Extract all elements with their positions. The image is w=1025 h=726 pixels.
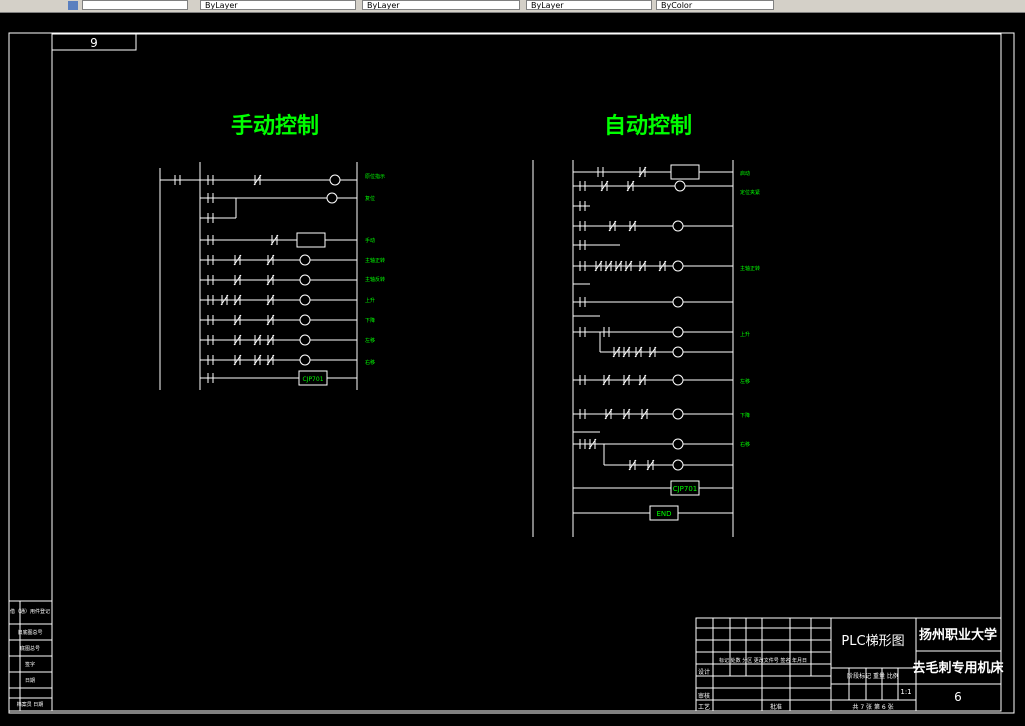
design-label: 设计 <box>698 668 710 676</box>
process-label: 工艺 <box>698 703 710 711</box>
auto-output-label: 定位夹紧 <box>740 189 760 196</box>
auto-end-block-label: CJP701 <box>673 485 698 493</box>
stamp-row-1: 借（通）用件登记 <box>10 608 50 615</box>
page-count: 共 7 张 第 6 张 <box>852 703 893 711</box>
auto-end-block-label: END <box>656 510 671 518</box>
stamp-row-2: 旧底图总号 <box>17 629 42 636</box>
auto-ladder <box>532 160 734 537</box>
plotstyle-combo[interactable]: ByColor <box>656 0 774 10</box>
stamp-row-4: 签字 <box>25 661 35 668</box>
sheet-number: 9 <box>90 36 98 50</box>
stamp-row-6: 档案员 日期 <box>17 701 44 708</box>
manual-output-label: 主轴反转 <box>365 276 385 283</box>
auto-output-label: 主轴正转 <box>740 265 760 272</box>
drawing-frame <box>51 33 1002 712</box>
manual-cjp-label: CJP701 <box>302 376 323 383</box>
manual-ladder <box>159 162 358 390</box>
manual-control-title: 手动控制 <box>231 113 319 139</box>
approve-label: 批准 <box>770 703 782 711</box>
manual-output-label: 复位 <box>365 195 375 202</box>
auto-output-label: 下降 <box>740 412 750 419</box>
check-label: 审核 <box>698 692 710 700</box>
stamp-row-5: 日期 <box>25 678 35 684</box>
lineweight-combo[interactable]: ByLayer <box>526 0 652 10</box>
manual-output-label: 手动 <box>365 237 375 244</box>
machine-name: 去毛刺专用机床 <box>912 660 1004 676</box>
auto-output-label: 左移 <box>740 378 750 385</box>
auto-output-label: 启动 <box>740 170 750 177</box>
school-name: 扬州职业大学 <box>919 627 997 643</box>
drawing-canvas[interactable]: 9 手动控制 自动控制 借（通）用件登记 旧底图总号 底图总号 签字 日期 档案… <box>0 12 1025 726</box>
sheet-no: 6 <box>954 690 962 704</box>
layer-combo[interactable] <box>82 0 188 10</box>
scale-value: 1:1 <box>900 688 911 696</box>
mark-header: 标记 处数 分区 更改文件号 签名 年月日 <box>719 657 807 664</box>
drawing-name: PLC梯形图 <box>841 634 904 649</box>
manual-output-label: 右移 <box>365 359 375 366</box>
manual-output-label: 上升 <box>365 297 375 304</box>
linetype-combo[interactable]: ByLayer <box>362 0 520 10</box>
stage-header: 阶段标记 重量 比例 <box>847 672 899 680</box>
manual-output-label: 原位指示 <box>365 173 385 180</box>
auto-output-label: 上升 <box>740 331 750 338</box>
left-stamp-table <box>8 600 53 712</box>
color-combo[interactable]: ByLayer <box>200 0 356 10</box>
auto-output-label: 右移 <box>740 441 750 448</box>
manual-output-label: 主轴正转 <box>365 257 385 264</box>
manual-output-label: 下降 <box>365 317 375 324</box>
layer-state-icon[interactable] <box>68 1 78 10</box>
stamp-row-3: 底图总号 <box>20 645 40 652</box>
manual-output-label: 左移 <box>365 337 375 344</box>
auto-control-title: 自动控制 <box>604 113 692 139</box>
